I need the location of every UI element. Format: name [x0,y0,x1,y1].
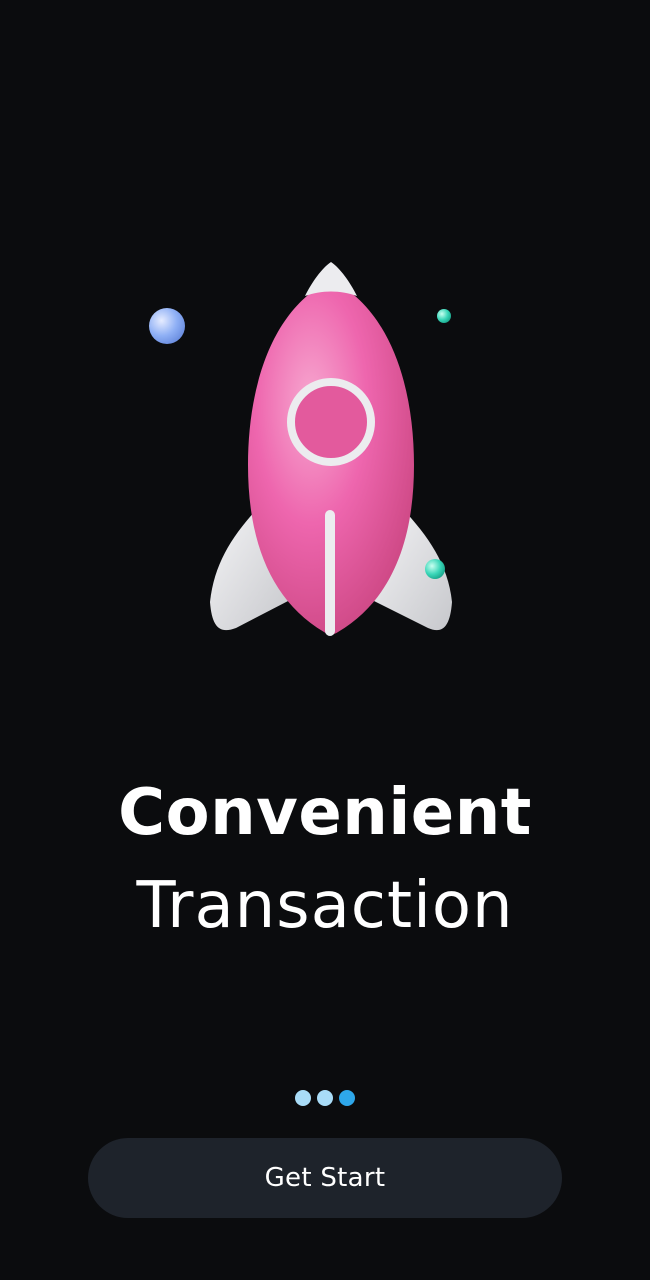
title-line-light: Transaction [136,869,514,943]
title-line-bold: Convenient [118,776,532,850]
star-icon [425,559,445,579]
page-indicator-dot[interactable] [295,1090,311,1106]
rocket-illustration [0,240,650,660]
planet-icon [149,308,185,344]
rocket-nose-cone [305,262,357,296]
page-indicator-dot-active[interactable] [339,1090,355,1106]
rocket-window [287,378,375,466]
rocket-stripe [325,510,335,636]
page-indicator [0,1090,650,1108]
star-icon [437,309,451,323]
onboarding-title: Convenient Transaction [0,770,650,956]
rocket-icon [149,262,452,636]
page-indicator-dot[interactable] [317,1090,333,1106]
onboarding-screen: Convenient Transaction Get Start [0,0,650,1280]
get-start-button[interactable]: Get Start [88,1138,562,1218]
